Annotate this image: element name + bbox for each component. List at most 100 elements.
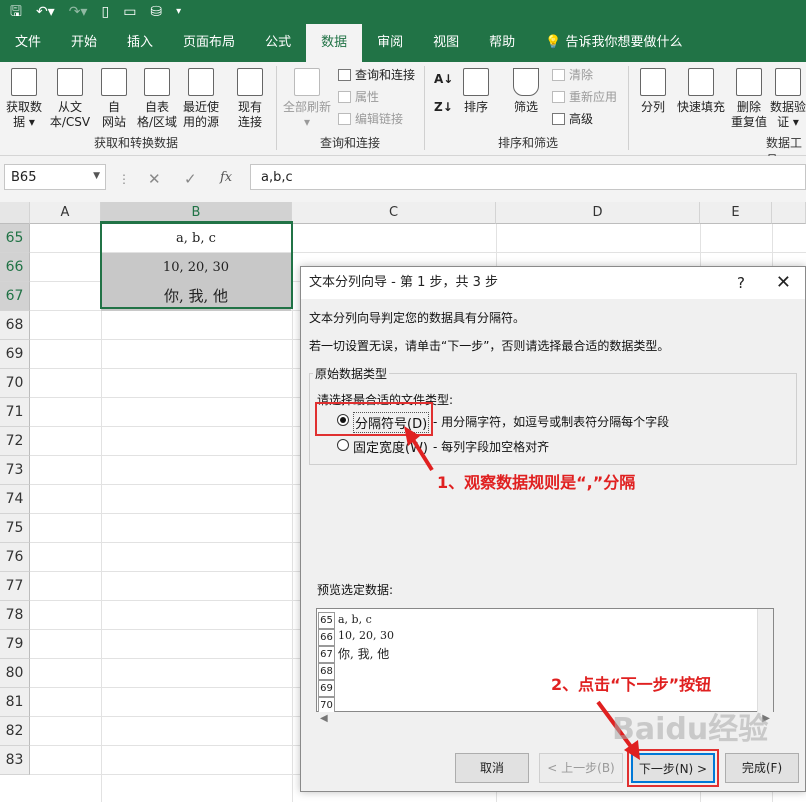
from-table-button[interactable]: 自表 格/区域 xyxy=(134,68,180,130)
properties-button[interactable]: 属性 xyxy=(338,88,379,106)
row-header[interactable]: 81 xyxy=(0,688,30,717)
refresh-all-button[interactable]: 全部刷新 ▾ xyxy=(282,68,332,130)
lightbulb-icon: 💡 xyxy=(545,35,562,50)
row-header[interactable]: 76 xyxy=(0,543,30,572)
reapply-icon xyxy=(552,91,565,103)
sort-button[interactable]: 排序 xyxy=(458,68,494,115)
cancel-button[interactable]: 取消 xyxy=(455,753,529,783)
row-header[interactable]: 71 xyxy=(0,398,30,427)
name-box[interactable]: B65 ▼ xyxy=(4,164,106,190)
column-header-e[interactable]: E xyxy=(700,202,772,224)
remove-duplicates-button[interactable]: 删除 重复值 xyxy=(728,68,770,130)
cancel-icon[interactable]: ✕ xyxy=(148,170,161,188)
save-icon[interactable]: 🖫 xyxy=(10,0,22,24)
recent-sources-button[interactable]: 最近使 用的源 xyxy=(180,68,222,130)
tell-me-search[interactable]: 💡 告诉我你想要做什么 xyxy=(530,24,697,62)
ribbon-tabs: 文件 开始 插入 页面布局 公式 数据 审阅 视图 帮助 💡 告诉我你想要做什么 xyxy=(0,24,806,62)
drag-handle-icon[interactable]: ⋮ xyxy=(118,172,130,186)
tab-home[interactable]: 开始 xyxy=(56,24,112,62)
dropdown-icon[interactable]: ▼ xyxy=(93,171,100,181)
tab-data[interactable]: 数据 xyxy=(306,24,363,62)
preview-line: 10, 20, 30 xyxy=(338,629,394,642)
tab-review[interactable]: 审阅 xyxy=(362,24,418,62)
row-header[interactable]: 75 xyxy=(0,514,30,543)
row-header[interactable]: 72 xyxy=(0,427,30,456)
new-file-icon[interactable]: ▯ xyxy=(101,0,109,24)
redo-icon[interactable]: ↷▾ xyxy=(69,0,88,24)
tab-view[interactable]: 视图 xyxy=(418,24,474,62)
advanced-filter-icon xyxy=(552,113,565,125)
column-header-c[interactable]: C xyxy=(292,202,496,224)
fixed-width-radio[interactable] xyxy=(337,439,349,451)
table-icon xyxy=(144,68,170,96)
text-to-columns-button[interactable]: 分列 xyxy=(636,68,670,115)
row-header[interactable]: 82 xyxy=(0,717,30,746)
close-icon[interactable]: ✕ xyxy=(776,267,791,299)
annotation-step-1: 1、观察数据规则是“,”分隔 xyxy=(437,473,636,492)
finish-button[interactable]: 完成(F) xyxy=(725,753,799,783)
insert-function-icon[interactable]: fx xyxy=(220,170,232,185)
formula-input[interactable]: a,b,c xyxy=(250,164,806,190)
group-get-transform: 获取和转换数据 xyxy=(94,136,179,150)
column-header-d[interactable]: D xyxy=(496,202,700,224)
existing-connections-button[interactable]: 现有 连接 xyxy=(232,68,268,130)
tab-help[interactable]: 帮助 xyxy=(474,24,530,62)
delimited-description: - 用分隔字符，如逗号或制表符分隔每个字段 xyxy=(433,415,670,429)
separator xyxy=(276,66,277,150)
row-header[interactable]: 77 xyxy=(0,572,30,601)
row-header[interactable]: 67 xyxy=(0,282,30,311)
preview-vertical-scrollbar[interactable] xyxy=(757,609,773,713)
undo-icon[interactable]: ↶▾ xyxy=(36,0,55,24)
dialog-instruction-text: 若一切设置无误，请单击“下一步”，否则请选择最合适的数据类型。 xyxy=(309,339,670,353)
flash-fill-icon xyxy=(688,68,714,96)
next-highlight-box xyxy=(627,749,719,787)
preview-pane[interactable]: 65 66 67 68 69 70 a, b, c 10, 20, 30 你, … xyxy=(316,608,774,714)
tab-insert[interactable]: 插入 xyxy=(112,24,168,62)
row-header[interactable]: 78 xyxy=(0,601,30,630)
select-all-corner[interactable] xyxy=(0,202,30,224)
enter-icon[interactable]: ✓ xyxy=(184,170,197,188)
scroll-left-icon[interactable]: ◀ xyxy=(320,713,328,724)
row-header[interactable]: 65 xyxy=(0,224,30,253)
row-header[interactable]: 83 xyxy=(0,746,30,775)
data-validation-button[interactable]: 数据验证 ▾ xyxy=(770,68,806,130)
row-header[interactable]: 73 xyxy=(0,456,30,485)
edit-links-button[interactable]: 编辑链接 xyxy=(338,110,403,128)
row-header[interactable]: 79 xyxy=(0,630,30,659)
help-icon[interactable]: ? xyxy=(737,267,745,299)
column-header-a[interactable]: A xyxy=(30,202,101,224)
refresh-icon xyxy=(294,68,320,96)
flash-fill-button[interactable]: 快速填充 xyxy=(674,68,728,115)
tab-page-layout[interactable]: 页面布局 xyxy=(168,24,250,62)
customize-icon[interactable]: ▾ xyxy=(176,0,181,24)
reapply-button[interactable]: 重新应用 xyxy=(552,88,617,106)
filter-button[interactable]: 筛选 xyxy=(508,68,544,115)
row-header[interactable]: 74 xyxy=(0,485,30,514)
queries-connections-button[interactable]: 查询和连接 xyxy=(338,66,415,84)
sort-az-icon[interactable]: A↓ xyxy=(434,70,453,88)
row-header[interactable]: 80 xyxy=(0,659,30,688)
column-header-f[interactable] xyxy=(772,202,806,224)
separator xyxy=(628,66,629,150)
preview-row-number: 68 xyxy=(318,663,335,680)
row-header[interactable]: 66 xyxy=(0,253,30,282)
tab-formulas[interactable]: 公式 xyxy=(250,24,306,62)
tab-file[interactable]: 文件 xyxy=(0,24,56,62)
row-header[interactable]: 69 xyxy=(0,340,30,369)
funnel-icon xyxy=(513,68,539,96)
from-csv-button[interactable]: 从文 本/CSV xyxy=(48,68,92,130)
clear-button[interactable]: 清除 xyxy=(552,66,593,84)
share-icon[interactable]: ⛁ xyxy=(150,0,162,24)
row-header[interactable]: 70 xyxy=(0,369,30,398)
advanced-button[interactable]: 高级 xyxy=(552,110,593,128)
validation-icon xyxy=(775,68,801,96)
from-web-button[interactable]: 自网站 xyxy=(94,68,134,130)
back-button[interactable]: < 上一步(B) xyxy=(539,753,623,783)
row-header[interactable]: 68 xyxy=(0,311,30,340)
open-icon[interactable]: ▭ xyxy=(123,0,136,24)
fixed-width-label[interactable]: 固定宽度(W) xyxy=(353,437,428,456)
get-data-button[interactable]: 获取数据 ▾ xyxy=(4,68,44,130)
sort-za-icon[interactable]: Z↓ xyxy=(434,98,453,116)
queries-icon xyxy=(338,69,351,81)
ribbon: 获取数据 ▾ 从文 本/CSV 自网站 自表 格/区域 最近使 用的源 现有 连接 获取… xyxy=(0,62,806,167)
